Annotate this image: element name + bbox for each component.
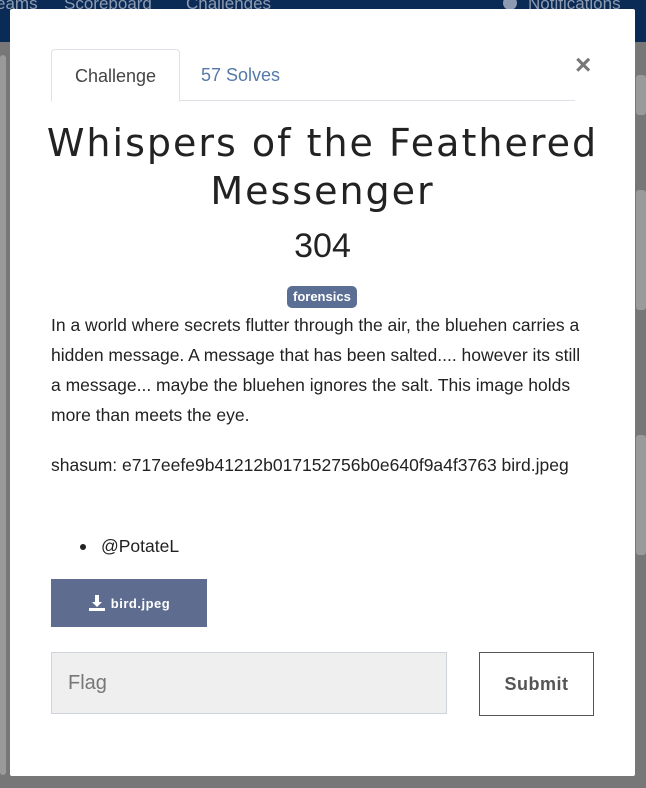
file-button-label: bird.jpeg bbox=[110, 595, 171, 611]
download-icon bbox=[88, 595, 105, 611]
challenge-title: Whispers of the Feathered Messenger bbox=[46, 121, 599, 213]
flag-input[interactable] bbox=[51, 652, 447, 714]
challenge-description: In a world where secrets flutter through… bbox=[51, 315, 581, 425]
background-card bbox=[636, 190, 646, 310]
background-card bbox=[0, 55, 6, 775]
author-list: @PotateL bbox=[51, 531, 179, 561]
author-item: @PotateL bbox=[51, 531, 179, 561]
background-card bbox=[636, 435, 646, 555]
download-file-button[interactable]: bird.jpeg bbox=[51, 579, 207, 627]
tab-solves[interactable]: 57 Solves bbox=[201, 49, 280, 100]
challenge-points: 304 bbox=[294, 227, 351, 265]
background-card bbox=[636, 75, 646, 115]
challenge-shasum: shasum: e717eefe9b41212b017152756b0e640f… bbox=[51, 455, 569, 475]
tab-challenge[interactable]: Challenge bbox=[51, 49, 180, 102]
category-tag: forensics bbox=[287, 286, 357, 308]
close-icon[interactable]: × bbox=[575, 51, 591, 79]
tab-bar: Challenge 57 Solves bbox=[51, 49, 575, 102]
submit-button[interactable]: Submit bbox=[479, 652, 594, 716]
challenge-modal: Challenge 57 Solves × Whispers of the Fe… bbox=[10, 9, 635, 776]
